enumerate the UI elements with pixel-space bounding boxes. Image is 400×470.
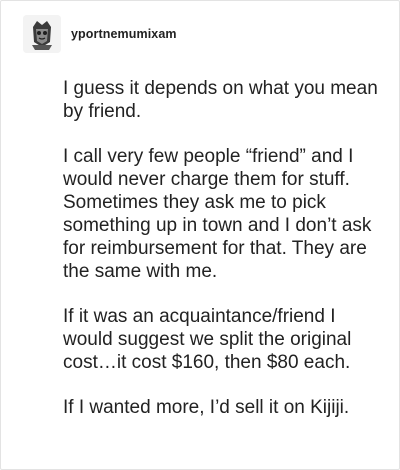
post-body: I guess it depends on what you mean by f… bbox=[63, 77, 383, 441]
post-paragraph-3: If it was an acquaintance/friend I would… bbox=[63, 306, 352, 373]
post-paragraph-2: I call very few people “friend” and I wo… bbox=[63, 146, 372, 282]
avatar[interactable] bbox=[23, 15, 61, 53]
post-header: yportnemumixam bbox=[23, 15, 177, 53]
avatar-illustration-icon bbox=[23, 15, 61, 53]
post-card: yportnemumixam I guess it depends on wha… bbox=[0, 0, 400, 470]
post-paragraph-1: I guess it depends on what you mean by f… bbox=[63, 78, 378, 122]
username[interactable]: yportnemumixam bbox=[71, 27, 177, 41]
post-paragraph-4: If I wanted more, I’d sell it on Kijiji. bbox=[63, 397, 350, 418]
